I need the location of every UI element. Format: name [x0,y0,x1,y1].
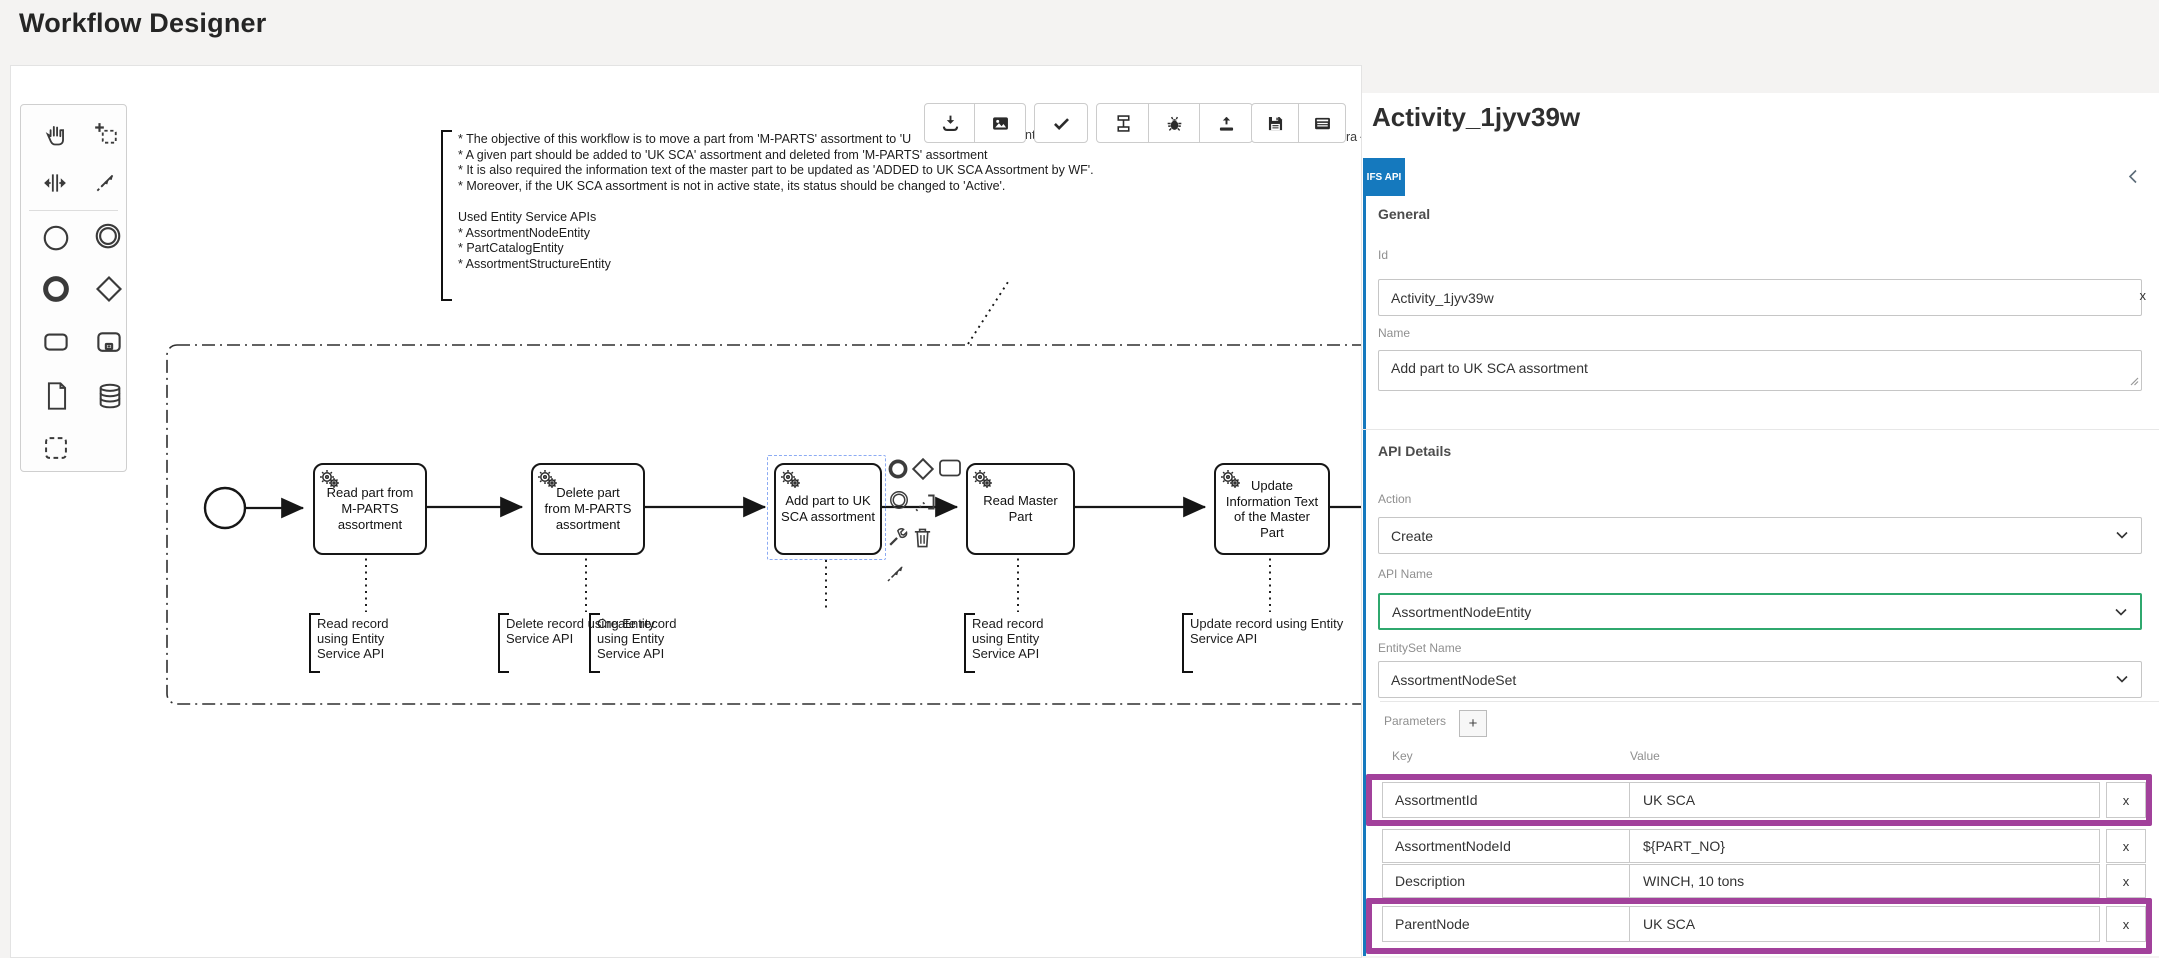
hand-tool[interactable] [37,115,75,153]
lasso-tool[interactable] [87,115,125,153]
clear-id-icon[interactable]: x [2140,288,2147,303]
append-gateway-icon[interactable] [910,456,936,482]
api-name-label: API Name [1378,567,1433,581]
entityset-name-select[interactable]: AssortmentNodeSet [1378,661,2142,698]
debug-bug-icon [1164,113,1185,134]
value-column-header: Value [1630,749,1660,763]
deploy-button[interactable] [1199,103,1253,143]
wrench-change-type-icon[interactable] [887,526,909,548]
name-label: Name [1378,326,1410,340]
connect-tool-icon[interactable] [885,559,909,585]
form-properties-button[interactable] [1298,103,1346,143]
create-subprocess[interactable] [90,323,128,361]
action-select[interactable]: Create [1378,517,2142,554]
section-api-details: API Details [1378,443,1451,459]
api-name-select[interactable]: AssortmentNodeEntity [1378,593,2142,630]
create-data-store[interactable] [91,377,129,415]
create-intermediate-event[interactable] [89,217,127,255]
global-connect-tool[interactable] [87,163,125,201]
note-create-record[interactable]: Create record using Entity Service API [597,616,676,661]
create-group-tool[interactable] [37,429,75,467]
action-label: Action [1378,492,1411,506]
collapse-panel-chevron-icon[interactable] [2128,169,2144,185]
trash-delete-icon[interactable] [912,526,933,549]
space-tool[interactable] [36,164,74,202]
save-button[interactable] [1251,103,1300,143]
note-read-record-2[interactable]: Read record using Entity Service API [972,616,1044,661]
note-read-record[interactable]: Read record using Entity Service API [317,616,389,661]
service-task-gear-icon [971,468,993,490]
service-task-gear-icon [318,468,340,490]
tab-ifs-api[interactable]: IFS API [1363,158,1405,196]
panel-title: Activity_1jyv39w [1372,102,1580,133]
download-icon [940,113,961,134]
remove-parameter-button[interactable]: x [2106,906,2146,942]
clipped-text-fragment: ra [1346,130,1357,144]
create-start-event[interactable] [37,219,75,257]
create-end-event[interactable] [37,270,75,308]
chevron-down-icon [2115,608,2127,616]
id-label: Id [1378,248,1388,262]
image-export-icon [990,113,1011,134]
append-end-event-icon[interactable] [887,458,909,480]
append-text-annotation-icon[interactable] [913,489,939,515]
workflow-objective-note[interactable]: * The objective of this workflow is to m… [458,132,1178,272]
resize-handle-icon[interactable] [2130,377,2139,386]
page-title: Workflow Designer [19,8,266,39]
create-data-object[interactable] [38,377,76,415]
service-task-gear-icon [536,468,558,490]
append-intermediate-event-icon[interactable] [888,489,910,511]
task-delete-part[interactable]: Delete part from M-PARTS assortment [531,463,645,555]
start-event-shape [205,488,245,528]
parameter-row[interactable]: Description WINCH, 10 tons [1382,864,2100,898]
panel-accent-line [1363,196,1366,956]
remove-parameter-button[interactable]: x [2106,829,2146,863]
form-properties-icon [1312,113,1333,134]
note-update-record[interactable]: Update record using Entity Service API [1190,616,1343,646]
save-icon [1265,113,1286,134]
selection-outline [767,455,886,560]
create-gateway[interactable] [90,270,128,308]
task-update-info-text[interactable]: Update Information Text of the Master Pa… [1214,463,1330,555]
parameter-row[interactable]: ParentNode UK SCA [1382,906,2100,942]
deploy-upload-icon [1216,113,1237,134]
bpmn-canvas[interactable]: nt. se ra A * The objective of this work… [10,65,1362,958]
parameter-row[interactable]: AssortmentNodeId ${PART_NO} [1382,829,2100,863]
add-parameter-button[interactable]: + [1459,710,1487,737]
chevron-down-icon [2116,675,2128,683]
properties-panel: Activity_1jyv39w IFS API General Id x Na… [1362,93,2159,956]
association-lines [366,282,1270,612]
annotation-bracket [441,130,452,301]
chevron-down-icon [2116,531,2128,539]
service-task-gear-icon [1219,468,1241,490]
key-column-header: Key [1392,749,1413,763]
entityset-name-label: EntitySet Name [1378,641,1461,655]
append-task-icon[interactable] [938,458,962,478]
remove-parameter-button[interactable]: x [2106,864,2146,898]
remove-parameter-button[interactable]: x [2106,782,2146,818]
palette [20,104,127,472]
id-input[interactable] [1378,279,2142,316]
name-textarea[interactable]: Add part to UK SCA assortment [1378,350,2142,391]
task-read-part[interactable]: Read part from M-PARTS assortment [313,463,427,555]
distribute-elements-icon [1113,113,1134,134]
parameters-label: Parameters [1384,714,1446,728]
validate-check-icon [1051,113,1072,134]
create-task[interactable] [37,323,75,361]
section-general: General [1378,206,1430,222]
task-read-master-part[interactable]: Read Master Part [966,463,1075,555]
parameter-row[interactable]: AssortmentId UK SCA [1382,782,2100,818]
